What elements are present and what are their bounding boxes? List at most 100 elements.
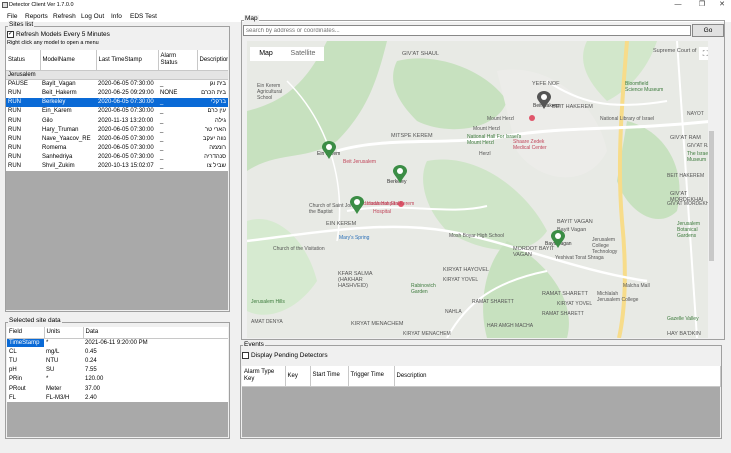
cell-data: 7.55 [85,367,97,374]
cell-units: mg/L [46,348,60,355]
window-title: Detector Client Ver 1.7.0.0 [9,2,74,8]
satellite-tab[interactable]: Satellite [282,47,324,61]
col-data[interactable]: Data [83,327,228,339]
map-marker-ein-karem[interactable] [322,141,336,159]
map-label-beit-jerusalem: Beit Jerusalem [343,159,377,165]
menu-refresh[interactable]: Refresh [53,13,76,20]
map-label-givat-shaul: GIV'AT SHAUL [402,51,439,57]
cell-timestamp: 2020-06-05 07:30:00 [98,81,154,88]
cell-model: Nave_Yaacov_RE [42,135,91,142]
table-row[interactable]: RUN Hary_Truman 2020-06-05 07:30:00 _ הארי ט… [6,125,228,134]
hint-text: Right click any model to open a menu [7,40,99,46]
table-row[interactable]: FL FL-M3/H 2.40 [7,393,228,402]
col-trigger-time[interactable]: Trigger Time [348,366,395,387]
pending-checkbox[interactable] [242,352,249,359]
table-row[interactable]: PRout Meter 37.00 [7,384,228,393]
table-row[interactable]: RUN Shvil_Zukim 2020-10-13 15:02:07 _ שביל צ… [6,162,228,171]
cell-field: CL [9,348,17,355]
table-row[interactable]: RUN Sanhedriya 2020-06-05 07:30:00 _ סנהדריה [6,153,228,162]
menu-info[interactable]: Info [111,13,122,20]
cell-description: גילה [215,117,226,124]
table-row-selected[interactable]: RUN Berkeley 2020-06-05 07:30:00 _ ברקלי [6,97,228,107]
table-row[interactable]: RUN Beit_Hakerm 2020-06-25 09:29:00 NONE בית… [6,88,228,97]
cell-alarm: _ [160,135,164,142]
col-last-timestamp[interactable]: Last TimeStamp [96,50,159,71]
table-row[interactable]: RUN Nave_Yaacov_RE 2020-06-05 07:30:00 _ נוו… [6,134,228,143]
map-label-yeshivat: Yeshivat Torat Shraga [555,255,604,261]
cell-units: NTU [46,357,59,364]
map-scrollbar-thumb[interactable] [709,131,714,261]
map-label-yefe-nof: YEFE NOF [532,81,560,87]
cell-field: pH [9,367,17,374]
col-model-name[interactable]: ModelName [40,50,97,71]
col-status[interactable]: Status [6,50,41,71]
col-units[interactable]: Units [44,327,84,339]
map-marker-ein-karem-2[interactable] [350,196,364,214]
table-row[interactable]: CL mg/L 0.45 [7,347,228,356]
cell-alarm: _ [160,154,164,161]
cell-status: RUN [8,145,21,152]
go-button[interactable]: Go [692,24,724,37]
cell-alarm: _ [160,117,164,124]
map-label-mount-herzl: Mount Herzl [473,126,500,132]
cell-timestamp: 2020-06-25 09:29:00 [98,89,154,96]
table-row[interactable]: TU NTU 0.24 [7,356,228,365]
cell-alarm: _ [160,108,164,115]
map-label-hay-badkin: HAY BA'DKIN [667,331,701,337]
cell-status: RUN [8,89,21,96]
map-label-hospital: Hospital [373,209,392,215]
cell-model: Gilo [42,117,53,124]
cell-status: PAUSE [8,81,28,88]
cell-units: SU [46,367,55,374]
site-data-label: Selected site data [8,317,62,324]
cell-timestamp: 2020-06-05 07:30:00 [98,154,154,161]
table-row[interactable]: pH SU 7.55 [7,366,228,375]
map-view[interactable]: Map Satellite ⛶ GIV'AT SHAUL Supreme Cou… [247,41,715,338]
cell-data: 2.40 [85,394,97,401]
col-event-description[interactable]: Description [394,366,721,387]
cell-data: 120.00 [85,376,104,383]
map-label-shaare-zedek: Shaare Zedek Medical Center [513,139,547,151]
menu-reports[interactable]: Reports [25,13,48,20]
map-label-kiryat-hayovel: KIRYAT HAYOVEL [443,267,489,273]
menu-eds-test[interactable]: EDS Test [130,13,157,20]
map-marker-beit-hakerm[interactable] [537,91,551,109]
cell-model: Hary_Truman [42,126,79,133]
col-alarm-status[interactable]: Alarm Status [158,50,198,71]
map-label-michlalah: Michlalah Jerusalem College [597,291,639,303]
map-marker-bayit-vagan[interactable] [551,230,565,248]
cell-description: הארי טר [204,126,226,133]
close-button[interactable]: ✕ [716,1,728,9]
refresh-checkbox[interactable]: ✓ [7,31,14,38]
map-label: Map [244,15,259,22]
minimize-button[interactable]: — [672,1,684,9]
map-label-ramat-sharett-2: RAMAT SHARETT [542,311,584,317]
col-field[interactable]: Field [7,327,45,339]
refresh-checkbox-label: Refresh Models Every 5 Minutes [16,31,110,38]
table-row[interactable]: RUN Gilo 2020-11-13 13:20:00 _ גילה [6,116,228,125]
cell-status: RUN [8,163,21,170]
map-label-boyar-school: Mosh Boyar High School [449,233,505,239]
map-tab[interactable]: Map [250,47,282,61]
table-row[interactable]: PAUSE Bayit_Vagan 2020-06-05 07:30:00 _ בית … [6,79,228,88]
menu-file[interactable]: File [7,13,17,20]
col-key[interactable]: Key [285,366,311,387]
group-row[interactable]: Jerusalem [6,70,228,80]
col-start-time[interactable]: Start Time [310,366,349,387]
table-row[interactable]: TimeStamp * 2021-06-11 9:20:00 PM [7,338,228,348]
map-marker-berkeley[interactable] [393,165,407,183]
col-alarm-type-key[interactable]: Alarm Type Key [242,366,286,387]
col-description[interactable]: Description [197,50,228,71]
cell-timestamp: 2020-06-05 07:30:00 [96,97,158,107]
cell-model: Sanhedriya [42,154,73,161]
cell-units: Meter [46,385,62,392]
map-scrollbar[interactable] [708,41,715,338]
table-row[interactable]: RUN Ein_Karem 2020-06-05 07:30:00 _ עין כרם [6,107,228,116]
map-search-input[interactable] [243,25,691,36]
sites-table: Status ModelName Last TimeStamp Alarm St… [6,50,228,172]
menu-log-out[interactable]: Log Out [81,13,104,20]
cell-status: RUN [8,154,21,161]
table-row[interactable]: PRin * 120.00 [7,375,228,384]
table-row[interactable]: RUN Romema 2020-06-05 07:30:00 _ רוממה [6,144,228,153]
maximize-button[interactable]: ❐ [696,1,708,9]
